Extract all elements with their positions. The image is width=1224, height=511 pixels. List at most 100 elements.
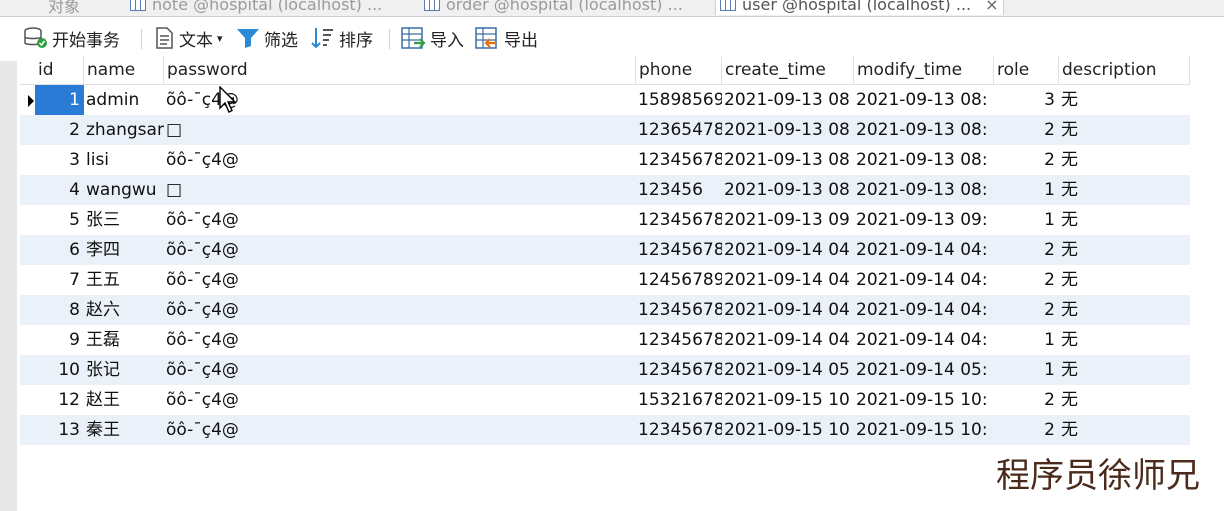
cell-role[interactable]: 2 (994, 115, 1059, 145)
cell-role[interactable]: 1 (994, 325, 1059, 355)
cell-id[interactable]: 13 (35, 415, 84, 445)
cell-id[interactable]: 10 (35, 355, 84, 385)
cell-password[interactable]: õô-¯ç4@ (164, 385, 636, 415)
cell-password[interactable]: õô-¯ç4@ (164, 295, 636, 325)
cell-description[interactable]: 无 (1059, 415, 1190, 445)
table-row[interactable]: 4 wangwu □ 123456 2021-09-13 08 2021-09-13 08… (20, 175, 1190, 205)
table-row[interactable]: 13 秦王 õô-¯ç4@ 12345678 2021-09-15 10 2021-09-… (20, 415, 1190, 445)
import-button[interactable]: 导入 (400, 26, 464, 51)
cell-password[interactable]: õô-¯ç4@ (164, 235, 636, 265)
cell-name[interactable]: 王五 (84, 265, 164, 295)
column-header-name[interactable]: name (84, 56, 164, 84)
cell-role[interactable]: 1 (994, 355, 1059, 385)
export-button[interactable]: 导出 (474, 26, 538, 51)
cell-create-time[interactable]: 2021-09-15 10 (722, 415, 854, 445)
sort-button[interactable]: 排序 (311, 26, 373, 51)
cell-modify-time[interactable]: 2021-09-13 08: (854, 115, 994, 145)
cell-name[interactable]: 李四 (84, 235, 164, 265)
column-header-id[interactable]: id (35, 56, 84, 84)
cell-name[interactable]: 张记 (84, 355, 164, 385)
cell-description[interactable]: 无 (1059, 235, 1190, 265)
begin-transaction-button[interactable]: 开始事务 (24, 26, 120, 51)
cell-id[interactable]: 5 (35, 205, 84, 235)
cell-id[interactable]: 1 (35, 85, 84, 115)
cell-create-time[interactable]: 2021-09-13 08 (722, 85, 854, 115)
cell-create-time[interactable]: 2021-09-13 08 (722, 175, 854, 205)
table-row[interactable]: 3 lisi õô-¯ç4@ 12345678 2021-09-13 08 2021-09… (20, 145, 1190, 175)
cell-name[interactable]: 王磊 (84, 325, 164, 355)
cell-role[interactable]: 2 (994, 145, 1059, 175)
cell-modify-time[interactable]: 2021-09-14 05: (854, 355, 994, 385)
cell-id[interactable]: 12 (35, 385, 84, 415)
cell-id[interactable]: 2 (35, 115, 84, 145)
cell-password[interactable]: õô-¯ç4@ (164, 205, 636, 235)
cell-modify-time[interactable]: 2021-09-15 10: (854, 385, 994, 415)
cell-description[interactable]: 无 (1059, 265, 1190, 295)
cell-name[interactable]: wangwu (84, 175, 164, 205)
cell-create-time[interactable]: 2021-09-13 08 (722, 145, 854, 175)
table-row[interactable]: 6 李四 õô-¯ç4@ 12345678 2021-09-14 04 2021-09-1… (20, 235, 1190, 265)
cell-modify-time[interactable]: 2021-09-13 09: (854, 205, 994, 235)
cell-description[interactable]: 无 (1059, 325, 1190, 355)
cell-password[interactable]: õô-¯ç4@ (164, 355, 636, 385)
close-icon[interactable]: × (985, 0, 998, 14)
cell-name[interactable]: 赵六 (84, 295, 164, 325)
cell-name[interactable]: 张三 (84, 205, 164, 235)
cell-phone[interactable]: 12345678 (636, 235, 722, 265)
column-header-role[interactable]: role (994, 56, 1059, 84)
cell-phone[interactable]: 12345678 (636, 145, 722, 175)
cell-role[interactable]: 2 (994, 385, 1059, 415)
cell-role[interactable]: 2 (994, 415, 1059, 445)
cell-phone[interactable]: 15898569 (636, 85, 722, 115)
cell-modify-time[interactable]: 2021-09-14 04: (854, 235, 994, 265)
cell-description[interactable]: 无 (1059, 385, 1190, 415)
cell-password[interactable]: õô-¯ç4@ (164, 145, 636, 175)
cell-description[interactable]: 无 (1059, 175, 1190, 205)
cell-modify-time[interactable]: 2021-09-14 04: (854, 325, 994, 355)
cell-description[interactable]: 无 (1059, 355, 1190, 385)
cell-modify-time[interactable]: 2021-09-13 08: (854, 85, 994, 115)
cell-create-time[interactable]: 2021-09-15 10 (722, 385, 854, 415)
cell-description[interactable]: 无 (1059, 205, 1190, 235)
table-row[interactable]: 7 王五 õô-¯ç4@ 12456789 2021-09-14 04 2021-09-1… (20, 265, 1190, 295)
cell-name[interactable]: zhangsan (84, 115, 164, 145)
cell-phone[interactable]: 12456789 (636, 265, 722, 295)
cell-name[interactable]: 赵王 (84, 385, 164, 415)
cell-id[interactable]: 7 (35, 265, 84, 295)
cell-password[interactable]: õô-¯ç4@ (164, 325, 636, 355)
filter-button[interactable]: 筛选 (236, 26, 298, 51)
cell-phone[interactable]: 12345678 (636, 415, 722, 445)
cell-id[interactable]: 8 (35, 295, 84, 325)
table-row[interactable]: 2 zhangsan □ 12365478 2021-09-13 08 2021-09-1… (20, 115, 1190, 145)
table-row[interactable]: 12 赵王 õô-¯ç4@ 15321678 2021-09-15 10 2021-09-… (20, 385, 1190, 415)
table-row[interactable]: 10 张记 õô-¯ç4@ 12345678 2021-09-14 05 2021-09-… (20, 355, 1190, 385)
cell-create-time[interactable]: 2021-09-14 04 (722, 295, 854, 325)
column-header-description[interactable]: description (1059, 56, 1190, 84)
column-header-create-time[interactable]: create_time (722, 56, 854, 84)
column-header-password[interactable]: password (164, 56, 636, 84)
cell-name[interactable]: admin (84, 85, 164, 115)
cell-create-time[interactable]: 2021-09-14 04 (722, 235, 854, 265)
cell-name[interactable]: lisi (84, 145, 164, 175)
column-header-phone[interactable]: phone (636, 56, 722, 84)
cell-phone[interactable]: 12345678 (636, 295, 722, 325)
cell-id[interactable]: 4 (35, 175, 84, 205)
cell-modify-time[interactable]: 2021-09-13 08: (854, 145, 994, 175)
table-row[interactable]: 8 赵六 õô-¯ç4@ 12345678 2021-09-14 04 2021-09-1… (20, 295, 1190, 325)
cell-create-time[interactable]: 2021-09-13 09 (722, 205, 854, 235)
cell-id[interactable]: 3 (35, 145, 84, 175)
cell-role[interactable]: 2 (994, 295, 1059, 325)
cell-role[interactable]: 2 (994, 235, 1059, 265)
tab-objects[interactable]: 对象 (48, 0, 80, 16)
cell-modify-time[interactable]: 2021-09-14 04: (854, 295, 994, 325)
cell-modify-time[interactable]: 2021-09-14 04: (854, 265, 994, 295)
cell-phone[interactable]: 123456 (636, 175, 722, 205)
text-button[interactable]: 文本 ▾ (153, 26, 223, 51)
cell-create-time[interactable]: 2021-09-14 05 (722, 355, 854, 385)
cell-create-time[interactable]: 2021-09-14 04 (722, 265, 854, 295)
cell-modify-time[interactable]: 2021-09-13 08: (854, 175, 994, 205)
tab-order[interactable]: order @hospital (localhost) ... (424, 0, 683, 15)
cell-phone[interactable]: 12345678 (636, 355, 722, 385)
cell-name[interactable]: 秦王 (84, 415, 164, 445)
cell-role[interactable]: 2 (994, 265, 1059, 295)
